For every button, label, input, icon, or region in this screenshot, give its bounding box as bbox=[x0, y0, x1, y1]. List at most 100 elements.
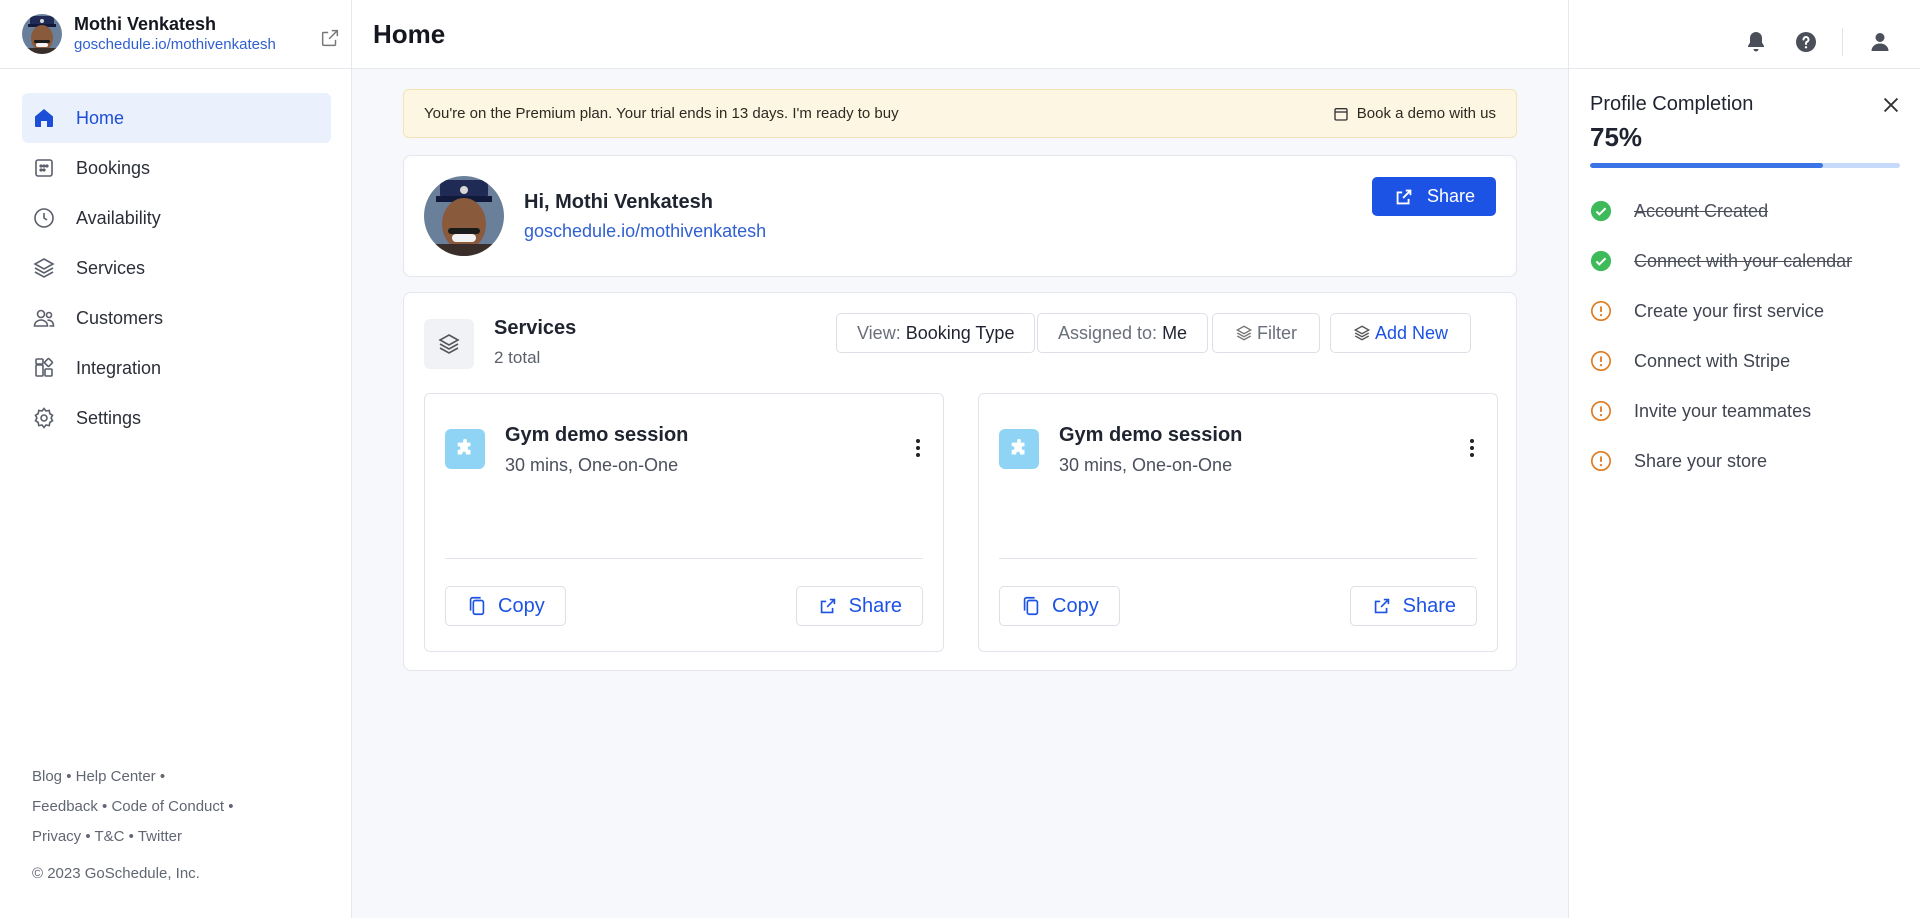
add-new-button[interactable]: Add New bbox=[1330, 313, 1472, 353]
profile-completion-percent: 75% bbox=[1590, 122, 1643, 152]
sidebar-item-customers[interactable]: Customers bbox=[22, 293, 331, 343]
warning-circle-icon bbox=[1590, 350, 1612, 372]
bell-icon[interactable] bbox=[1744, 30, 1768, 54]
filter-label: Filter bbox=[1257, 322, 1297, 343]
warning-circle-icon bbox=[1590, 300, 1612, 322]
sidebar-item-label: Services bbox=[76, 257, 146, 278]
copy-button[interactable]: Copy bbox=[999, 586, 1120, 626]
header-actions bbox=[1569, 0, 1920, 69]
assigned-prefix: Assigned to: bbox=[1058, 322, 1158, 343]
share-icon bbox=[1371, 595, 1393, 617]
service-item[interactable]: Gym demo session 30 mins, One-on-One Cop… bbox=[978, 393, 1498, 652]
share-icon bbox=[1393, 186, 1415, 208]
copy-icon bbox=[466, 595, 488, 617]
services-title: Services bbox=[494, 317, 577, 339]
layers-icon bbox=[437, 332, 461, 356]
user-name: Mothi Venkatesh bbox=[74, 14, 217, 34]
step-item[interactable]: Create your first service bbox=[1590, 286, 1910, 336]
copyright: © 2023 GoSchedule, Inc. bbox=[32, 865, 200, 882]
sidebar-item-settings[interactable]: Settings bbox=[22, 393, 331, 443]
sidebar-item-label: Integration bbox=[76, 357, 162, 378]
step-label: Share your store bbox=[1634, 450, 1768, 471]
view-dropdown[interactable]: View: Booking Type bbox=[836, 313, 1036, 353]
service-item[interactable]: Gym demo session 30 mins, One-on-One Cop… bbox=[424, 393, 944, 652]
add-new-label: Add New bbox=[1375, 322, 1449, 343]
progress-fill bbox=[1590, 163, 1823, 168]
book-demo-link[interactable]: Book a demo with us bbox=[1333, 105, 1496, 122]
avatar[interactable] bbox=[22, 14, 62, 54]
service-detail: 30 mins, One-on-One bbox=[505, 455, 679, 475]
page-title: Home bbox=[373, 19, 446, 49]
copy-label: Copy bbox=[1052, 594, 1099, 617]
check-circle-icon bbox=[1590, 250, 1612, 272]
service-name: Gym demo session bbox=[1059, 424, 1243, 446]
warning-circle-icon bbox=[1590, 450, 1612, 472]
sidebar: Mothi Venkatesh goschedule.io/mothivenka… bbox=[0, 0, 352, 918]
external-link-icon[interactable] bbox=[319, 27, 341, 49]
share-icon bbox=[817, 595, 839, 617]
help-center-link[interactable]: Help Center bbox=[76, 768, 156, 785]
book-demo-label: Book a demo with us bbox=[1356, 105, 1496, 122]
share-button[interactable]: Share bbox=[795, 586, 923, 626]
sidebar-item-label: Bookings bbox=[76, 157, 151, 178]
divider bbox=[1842, 28, 1843, 56]
share-profile-button[interactable]: Share bbox=[1372, 177, 1496, 216]
profile-completion-panel: Profile Completion 75% Account Created C… bbox=[1568, 0, 1920, 918]
code-of-conduct-link[interactable]: Code of Conduct bbox=[111, 798, 224, 815]
assigned-value: Me bbox=[1162, 322, 1188, 343]
twitter-link[interactable]: Twitter bbox=[138, 828, 182, 845]
more-vertical-icon[interactable] bbox=[1469, 438, 1475, 458]
step-item[interactable]: Share your store bbox=[1590, 436, 1910, 486]
view-prefix: View: bbox=[857, 322, 901, 343]
step-item[interactable]: Connect with your calendar bbox=[1590, 236, 1910, 286]
step-label: Account Created bbox=[1634, 200, 1769, 221]
trial-text[interactable]: You're on the Premium plan. Your trial e… bbox=[424, 105, 899, 122]
close-icon[interactable] bbox=[1880, 94, 1902, 116]
puzzle-icon bbox=[445, 429, 485, 469]
privacy-link[interactable]: Privacy bbox=[32, 828, 81, 845]
service-name: Gym demo session bbox=[505, 424, 689, 446]
step-item[interactable]: Account Created bbox=[1590, 186, 1910, 236]
sidebar-footer: Blog • Help Center • Feedback • Code of … bbox=[32, 768, 234, 882]
filter-button[interactable]: Filter bbox=[1212, 313, 1320, 353]
step-label: Connect with your calendar bbox=[1634, 250, 1853, 271]
share-button[interactable]: Share bbox=[1349, 586, 1477, 626]
user-link[interactable]: goschedule.io/mothivenkatesh bbox=[74, 35, 276, 55]
trial-banner: You're on the Premium plan. Your trial e… bbox=[403, 89, 1517, 138]
profile-steps-list: Account Created Connect with your calend… bbox=[1590, 186, 1910, 486]
warning-circle-icon bbox=[1590, 400, 1612, 422]
assigned-dropdown[interactable]: Assigned to: Me bbox=[1037, 313, 1209, 353]
user-icon[interactable] bbox=[1868, 30, 1892, 54]
share-label: Share bbox=[848, 594, 902, 617]
check-circle-icon bbox=[1590, 200, 1612, 222]
help-icon[interactable] bbox=[1794, 30, 1818, 54]
greeting-text: Hi, Mothi Venkatesh bbox=[524, 191, 713, 213]
layers-icon bbox=[1353, 324, 1371, 342]
profile-completion-title: Profile Completion bbox=[1590, 93, 1754, 115]
main-content: You're on the Premium plan. Your trial e… bbox=[352, 69, 1568, 918]
more-vertical-icon[interactable] bbox=[915, 438, 921, 458]
profile-link[interactable]: goschedule.io/mothivenkatesh bbox=[524, 221, 766, 242]
step-item[interactable]: Connect with Stripe bbox=[1590, 336, 1910, 386]
home-icon bbox=[32, 106, 56, 130]
puzzle-icon bbox=[999, 429, 1039, 469]
sidebar-item-label: Settings bbox=[76, 407, 142, 428]
services-icon-box bbox=[424, 319, 474, 369]
sidebar-item-home[interactable]: Home bbox=[22, 93, 331, 143]
blog-link[interactable]: Blog bbox=[32, 768, 62, 785]
sidebar-item-bookings[interactable]: Bookings bbox=[22, 143, 331, 193]
terms-link[interactable]: T&C bbox=[95, 828, 125, 845]
calendar-icon bbox=[32, 156, 56, 180]
copy-button[interactable]: Copy bbox=[445, 586, 566, 626]
step-label: Create your first service bbox=[1634, 300, 1825, 321]
copy-label: Copy bbox=[498, 594, 545, 617]
sidebar-item-services[interactable]: Services bbox=[22, 243, 331, 293]
sidebar-item-availability[interactable]: Availability bbox=[22, 193, 331, 243]
step-item[interactable]: Invite your teammates bbox=[1590, 386, 1910, 436]
sidebar-item-integration[interactable]: Integration bbox=[22, 343, 331, 393]
divider bbox=[999, 558, 1477, 559]
feedback-link[interactable]: Feedback bbox=[32, 798, 98, 815]
gear-icon bbox=[32, 406, 56, 430]
integration-icon bbox=[32, 356, 56, 380]
share-label: Share bbox=[1426, 186, 1476, 206]
